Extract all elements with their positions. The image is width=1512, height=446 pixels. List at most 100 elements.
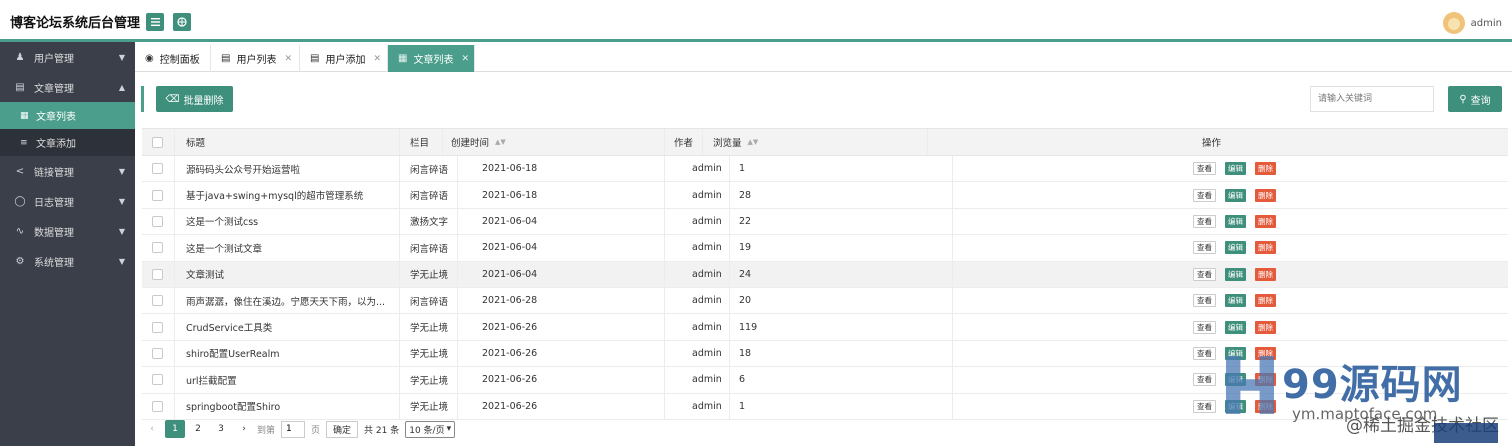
- cell-title: 这是一个测试文章: [186, 243, 263, 255]
- table-row[interactable]: 源码码头公众号开始运营啦 闲言碎语 2021-06-18 admin 1 查看 编辑 删除: [142, 156, 1508, 183]
- sidebar-item-logs[interactable]: ◯ 日志管理 ▼: [0, 186, 135, 216]
- row-checkbox[interactable]: [152, 262, 163, 287]
- view-button[interactable]: 查看: [1193, 346, 1216, 360]
- goto-page-input[interactable]: [281, 420, 306, 438]
- sidebar-subitem-article-add[interactable]: ≡ 文章添加: [0, 129, 135, 156]
- table-row[interactable]: 这是一个测试css 激扬文字 2021-06-04 admin 22 查看 编辑 删除: [142, 208, 1508, 236]
- tab-user-list[interactable]: ▤ 用户列表 ✕: [211, 45, 300, 72]
- row-checkbox[interactable]: [152, 314, 163, 339]
- delete-button[interactable]: 删除: [1255, 267, 1276, 281]
- cell-category: 学无止境: [410, 323, 449, 335]
- cell-category: 闲言碎语: [410, 243, 449, 255]
- page-1-button[interactable]: 1: [165, 420, 185, 438]
- delete-button[interactable]: 删除: [1255, 294, 1276, 308]
- edit-button[interactable]: 编辑: [1225, 162, 1246, 176]
- menu-toggle-button[interactable]: [146, 13, 164, 31]
- batch-delete-label: 批量删除: [183, 95, 224, 107]
- edit-button[interactable]: 编辑: [1225, 320, 1246, 334]
- close-icon[interactable]: ✕: [284, 54, 292, 64]
- delete-button[interactable]: 删除: [1255, 320, 1276, 334]
- cell-views: 19: [739, 242, 752, 254]
- edit-button[interactable]: 编辑: [1225, 241, 1246, 255]
- edit-button[interactable]: 编辑: [1225, 188, 1246, 202]
- page-size-select[interactable]: 10 条/页 ▾: [405, 420, 456, 438]
- cell-title: url拦截配置: [186, 375, 237, 387]
- cell-category: 激扬文字: [410, 217, 449, 229]
- table-row[interactable]: CrudService工具类 学无止境 2021-06-26 admin 119 查看 编辑…: [142, 314, 1508, 341]
- sidebar-subitem-article-list[interactable]: ▦ 文章列表: [0, 102, 135, 129]
- cell-created: 2021-06-28: [482, 295, 538, 307]
- refresh-button[interactable]: [173, 13, 191, 31]
- sidebar-item-articles[interactable]: ▤ 文章管理 ▲: [0, 72, 135, 102]
- view-button[interactable]: 查看: [1193, 267, 1216, 281]
- col-views[interactable]: 浏览量 ▲▼: [713, 129, 758, 155]
- view-button[interactable]: 查看: [1193, 214, 1216, 228]
- sidebar-item-users[interactable]: ♟ 用户管理 ▼: [0, 42, 135, 72]
- file-icon: ▤: [15, 81, 25, 93]
- goto-ok-button[interactable]: 确定: [326, 420, 359, 438]
- top-header: 博客论坛系统后台管理 admin: [0, 0, 1512, 42]
- tab-dashboard[interactable]: ◉ 控制面板: [135, 45, 211, 72]
- sidebar-item-system[interactable]: ⚙ 系统管理 ▼: [0, 246, 135, 276]
- cell-title: 源码码头公众号开始运营啦: [186, 164, 301, 176]
- trash-icon: ⌫: [165, 93, 180, 105]
- view-button[interactable]: 查看: [1193, 294, 1216, 308]
- search-button[interactable]: ⚲ 查询: [1448, 86, 1502, 112]
- close-icon[interactable]: ✕: [373, 54, 381, 64]
- view-button[interactable]: 查看: [1193, 162, 1216, 176]
- cell-views: 6: [739, 374, 746, 386]
- sidebar-item-label: 链接管理: [34, 167, 74, 179]
- cell-views: 18: [739, 347, 752, 359]
- sidebar-item-links[interactable]: < 链接管理 ▼: [0, 156, 135, 186]
- delete-button[interactable]: 删除: [1255, 241, 1276, 255]
- row-checkbox[interactable]: [152, 288, 163, 313]
- watermark: 99源码网 ym.maptoface.com @稀土掘金技术社区: [1226, 356, 1512, 446]
- delete-button[interactable]: 删除: [1255, 188, 1276, 202]
- search-icon: ⚲: [1459, 93, 1467, 105]
- view-button[interactable]: 查看: [1193, 399, 1216, 413]
- tab-article-list[interactable]: ▦ 文章列表 ✕: [388, 45, 475, 72]
- cell-category: 学无止境: [410, 375, 449, 387]
- table-row[interactable]: 雨声潺潺，像住在溪边。宁愿天天下雨，以为... 闲言碎语 2021-06-28 adm…: [142, 287, 1508, 315]
- col-created[interactable]: 创建时间 ▲▼: [451, 129, 506, 155]
- cell-views: 20: [739, 295, 752, 307]
- edit-button[interactable]: 编辑: [1225, 214, 1246, 228]
- user-menu[interactable]: admin: [1442, 12, 1502, 34]
- edit-button[interactable]: 编辑: [1225, 294, 1246, 308]
- select-all-checkbox[interactable]: [152, 129, 163, 155]
- view-button[interactable]: 查看: [1193, 373, 1216, 387]
- col-category: 栏目: [410, 138, 430, 149]
- view-button[interactable]: 查看: [1193, 188, 1216, 202]
- tab-user-add[interactable]: ▤ 用户添加 ✕: [300, 45, 388, 72]
- row-checkbox[interactable]: [152, 182, 163, 207]
- view-button[interactable]: 查看: [1193, 320, 1216, 334]
- row-checkbox[interactable]: [152, 209, 163, 234]
- page-2-button[interactable]: 2: [188, 420, 208, 438]
- sidebar-item-label: 日志管理: [34, 197, 74, 209]
- close-icon[interactable]: ✕: [461, 54, 469, 64]
- sidebar-item-label: 数据管理: [34, 227, 74, 239]
- clock-icon: ◯: [14, 195, 26, 207]
- next-page-button[interactable]: ›: [234, 420, 254, 438]
- view-button[interactable]: 查看: [1193, 241, 1216, 255]
- delete-button[interactable]: 删除: [1255, 214, 1276, 228]
- page-3-button[interactable]: 3: [211, 420, 231, 438]
- row-checkbox[interactable]: [152, 341, 163, 366]
- sidebar-item-data[interactable]: ∿ 数据管理 ▼: [0, 216, 135, 246]
- globe-icon: [177, 17, 187, 27]
- row-checkbox[interactable]: [152, 156, 163, 181]
- prev-page-button[interactable]: ‹: [142, 420, 162, 438]
- edit-button[interactable]: 编辑: [1225, 267, 1246, 281]
- batch-delete-button[interactable]: ⌫ 批量删除: [156, 86, 233, 112]
- row-checkbox[interactable]: [152, 235, 163, 260]
- cell-views: 28: [739, 189, 752, 201]
- toolbar-accent: [141, 86, 144, 112]
- delete-button[interactable]: 删除: [1255, 162, 1276, 176]
- table-row[interactable]: 这是一个测试文章 闲言碎语 2021-06-04 admin 19 查看 编辑 删除: [142, 235, 1508, 262]
- search-input[interactable]: [1310, 86, 1434, 112]
- table-row[interactable]: 文章测试 学无止境 2021-06-04 admin 24 查看 编辑 删除: [142, 261, 1508, 288]
- row-checkbox[interactable]: [152, 367, 163, 392]
- col-title: 标题: [186, 138, 206, 149]
- users-icon: ♟: [15, 51, 25, 63]
- table-row[interactable]: 基于java+swing+mysql的超市管理系统 闲言碎语 2021-06-18 a…: [142, 182, 1508, 209]
